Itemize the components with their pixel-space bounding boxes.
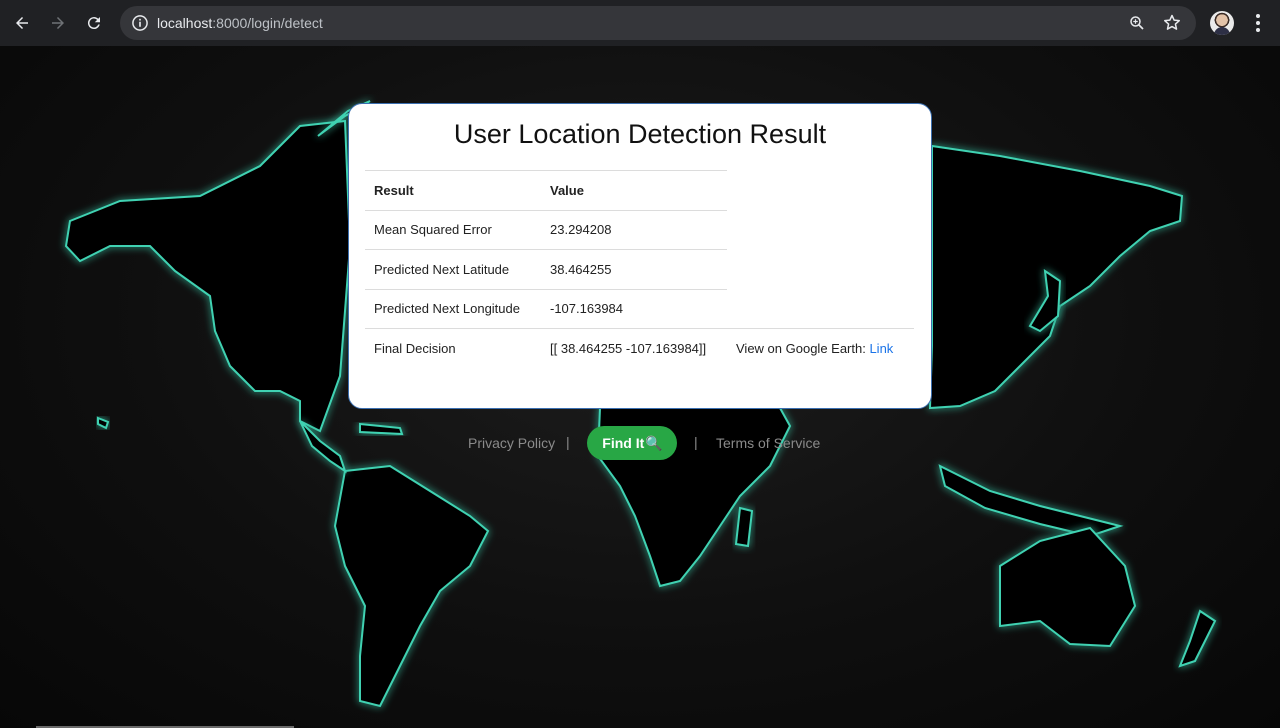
row-value-longitude: -107.163984 [541,288,727,329]
final-decision-row: Final Decision [[ 38.464255 -107.163984]… [365,328,914,368]
header-result: Result [365,170,541,210]
southeast-asia [938,464,1124,538]
madagascar [734,506,754,548]
final-decision-value: [[ 38.464255 -107.163984]] [541,328,727,368]
continent-north-america [64,119,352,433]
row-label-latitude: Predicted Next Latitude [365,249,541,289]
row-value-latitude: 38.464255 [541,249,727,289]
row-label-mse: Mean Squared Error [365,209,541,250]
privacy-policy-link[interactable]: Privacy Policy [468,435,555,451]
page-title: User Location Detection Result [453,119,827,149]
continent-south-america [333,464,490,708]
menu-icon[interactable] [1248,11,1268,35]
zoom-icon[interactable] [1128,14,1146,32]
find-it-label: Find It [602,435,645,451]
page-background: User Location Detection Result Result Va… [0,46,1280,728]
footer-separator: | [566,434,570,450]
result-table: Result Value Mean Squared Error 23.29420… [365,170,914,368]
footer-separator: | [694,434,698,450]
address-bar[interactable]: localhost:8000/login/detect [120,6,1196,40]
find-it-button[interactable]: Find It 🔍 [587,426,677,460]
table-header-row: Result Value [365,170,914,211]
header-value: Value [541,170,727,210]
info-icon[interactable] [130,13,150,33]
star-icon[interactable] [1162,13,1182,33]
new-zealand [1178,609,1217,668]
header-empty [727,171,914,211]
final-decision-label: Final Decision [365,328,541,368]
table-row: Predicted Next Longitude -107.163984 [365,288,914,329]
row-label-longitude: Predicted Next Longitude [365,288,541,329]
google-earth-text: View on Google Earth: [736,341,870,356]
continent-eurasia [928,144,1184,410]
profile-avatar[interactable] [1210,11,1234,35]
url-host: localhost [157,15,213,31]
row-value-mse: 23.294208 [541,209,727,250]
footer-bar: Privacy Policy | Find It 🔍 | Terms of Ser… [0,426,1280,460]
forward-icon[interactable] [43,8,73,38]
table-row: Predicted Next Latitude 38.464255 [365,249,914,289]
result-card: User Location Detection Result Result Va… [348,103,932,409]
table-row: Mean Squared Error 23.294208 [365,209,914,250]
browser-toolbar: localhost:8000/login/detect [0,0,1280,46]
google-earth-link[interactable]: Link [869,341,893,356]
reload-icon[interactable] [79,8,109,38]
url-text[interactable]: localhost:8000/login/detect [157,15,323,31]
search-icon: 🔍 [645,434,663,451]
continent-australia [999,526,1137,648]
url-path: :8000/login/detect [212,15,323,31]
terms-of-service-link[interactable]: Terms of Service [716,435,820,451]
back-icon[interactable] [7,8,37,38]
google-earth-cell: View on Google Earth: Link [727,328,914,368]
